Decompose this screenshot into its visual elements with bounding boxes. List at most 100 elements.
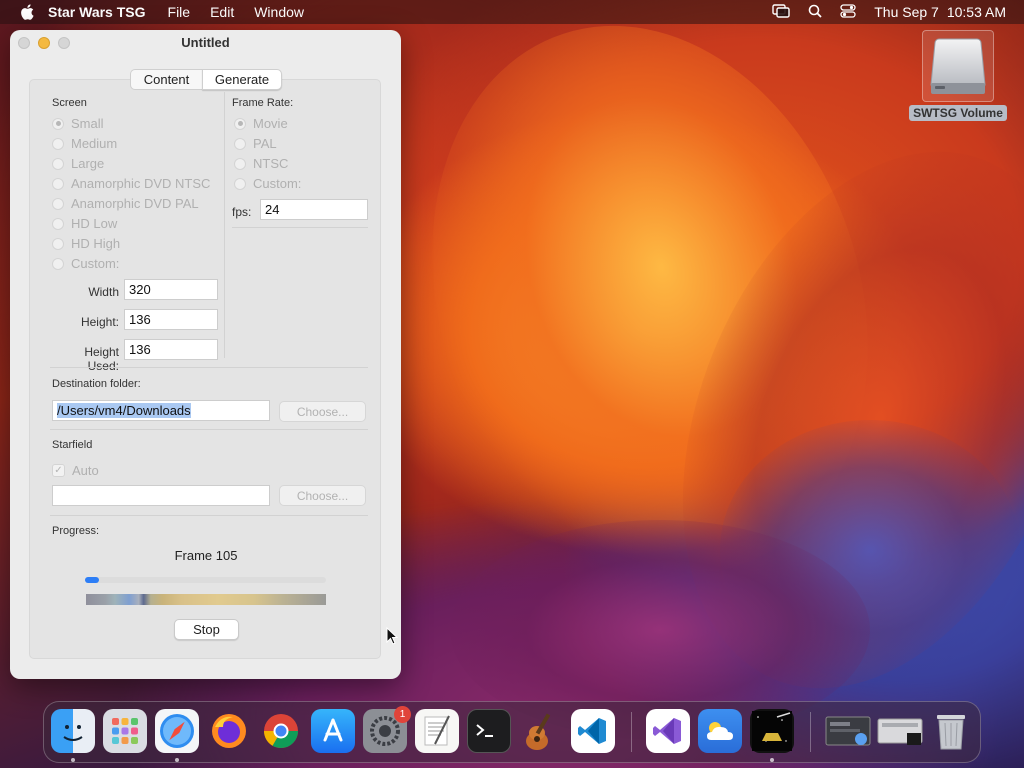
disk-volume-icon[interactable] [922,30,994,102]
clock-day: Thu Sep 7 [874,4,939,20]
tab-generate[interactable]: Generate [202,69,282,90]
screen-option-custom[interactable]: Custom: [52,256,119,271]
radio-label: Custom: [71,256,120,271]
window-preview-2-icon[interactable] [876,709,924,753]
screen-option-large[interactable]: Large [52,156,104,171]
radio-button[interactable] [52,197,64,210]
notification-badge: 1 [394,706,411,723]
apple-menu-icon[interactable] [18,4,36,20]
height-used-field[interactable]: 136 [124,339,218,360]
garageband-icon[interactable] [519,709,563,753]
starfield-label: Starfield [52,439,93,451]
section-divider [50,367,368,368]
chrome-icon[interactable] [259,709,303,753]
height-label: Height: [80,315,119,329]
safari-icon[interactable] [155,709,199,753]
frame-rate-option-custom[interactable]: Custom: [234,176,301,191]
system-settings-icon[interactable]: 1 [363,706,411,753]
app-window: Untitled Content Generate Screen Small M… [10,30,401,679]
tab-content[interactable]: Content [130,69,202,90]
launchpad-icon[interactable] [103,709,147,753]
close-button[interactable] [18,37,30,49]
screen-option-anamorphic-pal[interactable]: Anamorphic DVD PAL [52,196,199,211]
height-field[interactable]: 136 [124,309,218,330]
screen-option-small[interactable]: Small [52,116,104,131]
section-divider [50,429,368,430]
dock-separator [631,712,632,752]
file-menu[interactable]: File [168,4,191,20]
screen-option-hd-high[interactable]: HD High [52,236,120,251]
stop-button[interactable]: Stop [174,619,239,640]
height-used-label: Height Used: [84,345,119,373]
section-divider [50,515,368,516]
radio-button[interactable] [234,177,246,190]
radio-button[interactable] [52,137,64,150]
weather-icon[interactable] [698,709,742,753]
radio-label: Movie [253,116,288,131]
tab-bar: Content Generate [130,69,282,90]
dock-separator [810,712,811,752]
radio-button[interactable] [234,157,246,170]
minimize-button[interactable] [38,37,50,49]
trash-icon[interactable] [929,709,973,753]
starfield-auto-option[interactable]: ✓ Auto [52,463,99,478]
textedit-icon[interactable] [415,709,459,753]
edit-menu[interactable]: Edit [210,4,234,20]
app-name-menu[interactable]: Star Wars TSG [48,4,146,20]
radio-button[interactable] [52,237,64,250]
window-preview-1-icon[interactable] [824,709,872,753]
frame-rate-option-ntsc[interactable]: NTSC [234,156,288,171]
title-bar[interactable]: Untitled [10,30,401,55]
radio-label: Medium [71,136,118,151]
destination-choose-button[interactable]: Choose... [279,401,366,422]
firefox-icon[interactable] [207,709,251,753]
desktop-volume[interactable]: SWTSG Volume [908,30,1008,121]
menu-clock[interactable]: Thu Sep 7 10:53 AM [874,4,1006,20]
radio-button[interactable] [234,137,246,150]
wallpaper-fold [363,0,937,632]
frame-rate-divider [232,227,368,228]
window-title: Untitled [181,35,230,50]
screen-option-hd-low[interactable]: HD Low [52,216,117,231]
search-icon[interactable] [808,4,822,21]
destination-path-field[interactable]: /Users/vm4/Downloads [52,400,270,421]
frame-preview-strip [86,594,326,605]
app-store-icon[interactable] [311,709,355,753]
radio-label: Custom: [253,176,302,191]
finder-icon[interactable] [51,709,95,753]
radio-button[interactable] [234,117,246,130]
terminal-icon[interactable] [467,709,511,753]
width-field[interactable]: 320 [124,279,218,300]
auto-checkbox[interactable]: ✓ [52,464,65,477]
mouse-cursor-icon [386,626,399,648]
starfield-path-field[interactable] [52,485,270,506]
vscode-icon[interactable] [571,709,615,753]
auto-label: Auto [72,463,99,478]
screen-option-medium[interactable]: Medium [52,136,117,151]
dock: 1 [43,701,981,763]
destination-label: Destination folder: [52,378,141,390]
zoom-button[interactable] [58,37,70,49]
menu-bar: Star Wars TSG File Edit Window Thu Sep 7… [0,0,1024,24]
radio-button[interactable] [52,157,64,170]
frame-rate-option-pal[interactable]: PAL [234,136,277,151]
progress-status: Frame 105 [174,548,238,563]
width-label: Width [88,285,119,299]
column-divider [224,92,225,358]
frame-rate-option-movie[interactable]: Movie [234,116,288,131]
visual-studio-icon[interactable] [646,709,690,753]
window-menu[interactable]: Window [254,4,304,20]
radio-button[interactable] [52,177,64,190]
fps-field[interactable]: 24 [260,199,368,220]
wallpaper-fold [608,92,1024,748]
control-center-icon[interactable] [840,3,856,21]
star-wars-tsg-icon[interactable] [750,709,794,753]
radio-button[interactable] [52,217,64,230]
screen-option-anamorphic-ntsc[interactable]: Anamorphic DVD NTSC [52,176,210,191]
screen-mirroring-icon[interactable] [772,3,790,21]
starfield-choose-button[interactable]: Choose... [279,485,366,506]
radio-button[interactable] [52,257,64,270]
radio-label: PAL [253,136,277,151]
radio-label: HD Low [71,216,118,231]
radio-button[interactable] [52,117,64,130]
